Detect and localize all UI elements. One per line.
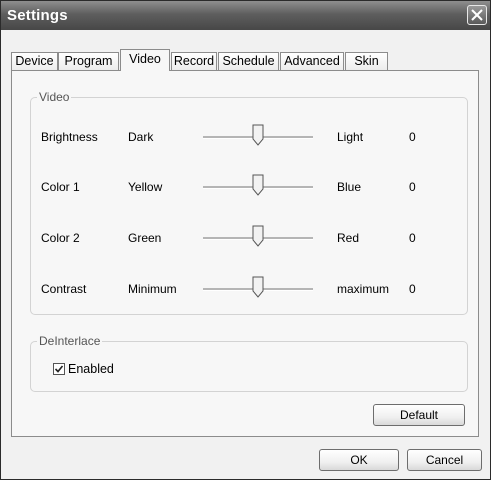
color1-label: Color 1 <box>41 180 80 194</box>
brightness-slider-thumb[interactable] <box>252 124 264 146</box>
tab-device[interactable]: Device <box>11 52 58 70</box>
window-title: Settings <box>7 7 68 24</box>
color1-slider-thumb[interactable] <box>252 174 264 196</box>
settings-window: Settings Device Program Video Record Sch… <box>0 0 491 480</box>
color2-min-label: Green <box>128 231 162 245</box>
close-icon <box>471 9 483 21</box>
contrast-max-label: maximum <box>337 282 390 296</box>
tab-video[interactable]: Video <box>120 49 170 71</box>
contrast-min-label: Minimum <box>128 282 177 296</box>
default-button[interactable]: Default <box>373 404 465 426</box>
ok-button[interactable]: OK <box>319 449 399 471</box>
tab-record[interactable]: Record <box>171 52 217 70</box>
deinterlace-group: DeInterlace Enabled <box>30 334 468 392</box>
contrast-slider-thumb[interactable] <box>252 276 264 298</box>
brightness-min-label: Dark <box>128 130 154 144</box>
title-bar: Settings <box>1 1 490 30</box>
deinterlace-group-label: DeInterlace <box>37 334 103 348</box>
video-group: Video Brightness Dark Light 0 Color 1 Ye… <box>30 90 468 315</box>
color2-max-label: Red <box>337 231 360 245</box>
checkmark-icon <box>54 365 64 373</box>
video-tab-panel: Video Brightness Dark Light 0 Color 1 Ye… <box>11 70 479 437</box>
brightness-label: Brightness <box>41 130 98 144</box>
tab-advanced[interactable]: Advanced <box>280 52 344 70</box>
brightness-max-label: Light <box>337 130 364 144</box>
color2-slider-thumb[interactable] <box>252 225 264 247</box>
tab-program[interactable]: Program <box>58 52 119 70</box>
tab-skin[interactable]: Skin <box>345 52 388 70</box>
color2-value: 0 <box>409 231 416 245</box>
color1-min-label: Yellow <box>128 180 163 194</box>
enabled-label[interactable]: Enabled <box>68 362 114 376</box>
cancel-button[interactable]: Cancel <box>407 449 482 471</box>
color1-max-label: Blue <box>337 180 362 194</box>
close-button[interactable] <box>467 5 487 25</box>
enabled-checkbox[interactable] <box>53 363 65 375</box>
color2-label: Color 2 <box>41 231 80 245</box>
color1-value: 0 <box>409 180 416 194</box>
contrast-label: Contrast <box>41 282 87 296</box>
brightness-value: 0 <box>409 130 416 144</box>
tab-schedule[interactable]: Schedule <box>218 52 279 70</box>
video-group-label: Video <box>37 90 72 104</box>
contrast-value: 0 <box>409 282 416 296</box>
